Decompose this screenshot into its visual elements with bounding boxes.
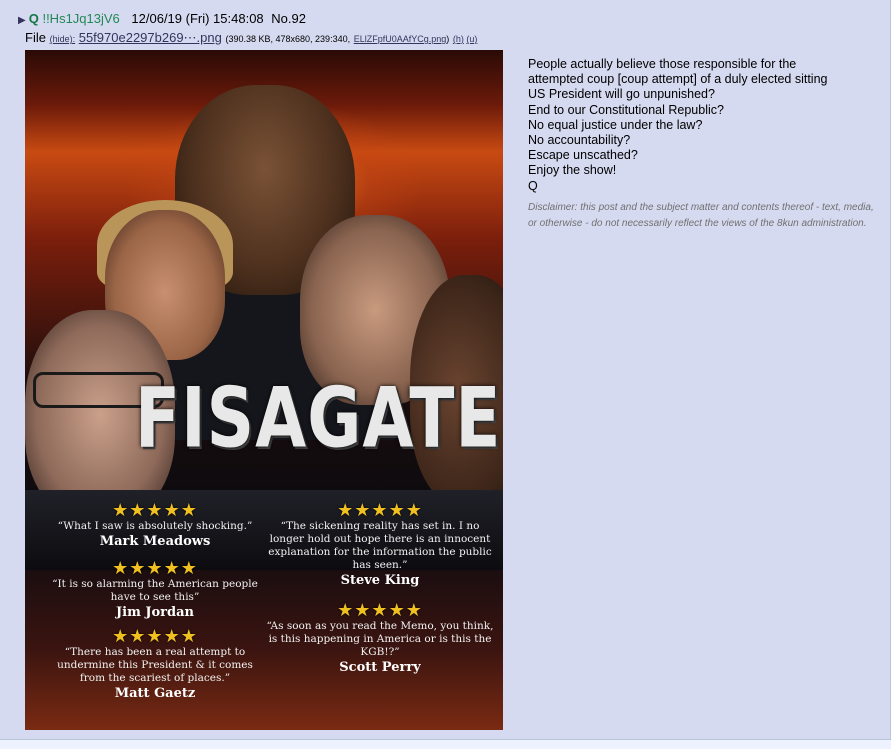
post-number[interactable]: 92 — [292, 11, 306, 26]
rating-stars-icon: ★★★★★ — [112, 626, 198, 647]
post-body: People actually believe those responsibl… — [528, 57, 880, 233]
post-number-label[interactable]: No. — [271, 11, 291, 26]
quote-author: Jim Jordan — [115, 605, 194, 620]
body-line: Q — [528, 178, 538, 193]
quote-text: “It is so alarming the American people h… — [52, 578, 258, 603]
body-line: attempted coup [coup attempt] of a duly … — [528, 72, 828, 87]
quote-author: Matt Gaetz — [114, 686, 196, 701]
file-label: File — [25, 30, 46, 45]
body-line: No accountability? — [528, 133, 631, 148]
post-number-link[interactable]: No.92 — [271, 11, 306, 26]
rating-stars-icon: ★★★★★ — [112, 500, 198, 521]
file-hash-link[interactable]: (h) — [453, 34, 464, 44]
file-name-link[interactable]: 55f970e2297b269⋯.png — [79, 30, 222, 45]
post-menu-arrow-icon[interactable]: ▶ — [18, 15, 26, 26]
body-line: End to our Constitutional Republic? — [528, 102, 724, 117]
rating-stars-icon: ★★★★★ — [337, 600, 423, 621]
poster-name: Q — [28, 11, 39, 26]
rating-stars-icon: ★★★★★ — [112, 558, 198, 579]
quote-text: “There has been a real attempt to underm… — [57, 646, 253, 684]
quote-block: ★★★★★ “The sickening reality has set in.… — [265, 502, 495, 590]
quote-block: ★★★★★ “It is so alarming the American pe… — [45, 560, 265, 622]
quote-text: “What I saw is absolutely shocking.” — [57, 520, 253, 532]
post-container: ▶ Q !!Hs1Jq13jV6 12/06/19 (Fri) 15:48:08 … — [0, 0, 891, 740]
image-title: FISAGATE — [135, 370, 502, 467]
body-line: US President will go unpunished? — [528, 87, 715, 102]
post-date: 12/06/19 (Fri) 15:48:08 — [131, 11, 264, 26]
hide-file-link-wrap: (hide): — [50, 34, 76, 44]
file-meta-close: ) — [446, 34, 450, 44]
quote-text: “As soon as you read the Memo, you think… — [266, 620, 494, 658]
file-meta: (390.38 KB, 478x680, 239:340, — [225, 34, 351, 44]
file-unique-link[interactable]: (u) — [466, 34, 477, 44]
post-image[interactable]: FISAGATE ★★★★★ “What I saw is absolutely… — [25, 50, 503, 730]
hide-file-link[interactable]: (hide): — [50, 34, 76, 44]
body-line: No equal justice under the law? — [528, 117, 703, 132]
quote-author: Steve King — [340, 573, 420, 588]
poster-tripcode: !!Hs1Jq13jV6 — [42, 11, 120, 26]
quote-block: ★★★★★ “As soon as you read the Memo, you… — [265, 602, 495, 677]
quote-text: “The sickening reality has set in. I no … — [268, 520, 492, 571]
original-filename-link[interactable]: ELlZFpfU0AAfYCg.png — [354, 34, 447, 44]
post-intro: ▶ Q !!Hs1Jq13jV6 12/06/19 (Fri) 15:48:08 … — [18, 10, 306, 28]
disclaimer: Disclaimer: this post and the subject ma… — [528, 201, 874, 230]
quote-author: Scott Perry — [339, 660, 421, 675]
body-line: Escape unscathed? — [528, 148, 638, 163]
body-line: Enjoy the show! — [528, 163, 617, 178]
body-line: People actually believe those responsibl… — [528, 57, 797, 71]
file-info: File (hide): 55f970e2297b269⋯.png (390.3… — [25, 30, 477, 47]
quote-author: Mark Meadows — [99, 534, 211, 549]
quote-block: ★★★★★ “There has been a real attempt to … — [45, 628, 265, 703]
rating-stars-icon: ★★★★★ — [337, 500, 423, 521]
quote-block: ★★★★★ “What I saw is absolutely shocking… — [45, 502, 265, 551]
